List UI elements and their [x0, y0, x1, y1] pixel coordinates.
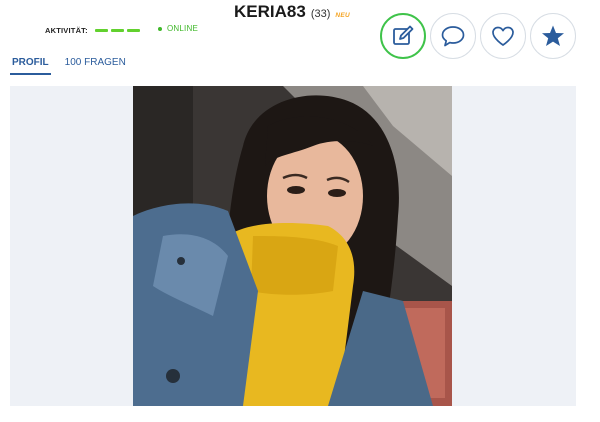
profile-tabs: PROFIL 100 FRAGEN: [10, 55, 140, 75]
tab-100-fragen[interactable]: 100 FRAGEN: [63, 55, 128, 75]
activity-label: AKTIVITÄT:: [45, 26, 88, 35]
username-row: KERIA83 (33) NEU: [234, 2, 350, 22]
profile-photo-image: [133, 86, 452, 406]
activity-bar: [126, 29, 140, 32]
profile-actions: [380, 13, 576, 59]
username: KERIA83: [234, 2, 306, 21]
chat-button[interactable]: [430, 13, 476, 59]
heart-icon: [492, 26, 514, 46]
tab-profil[interactable]: PROFIL: [10, 55, 51, 75]
new-badge: NEU: [335, 12, 350, 19]
profile-photo[interactable]: [133, 86, 452, 406]
online-label: ONLINE: [167, 24, 198, 33]
profile-header: AKTIVITÄT: ONLINE KERIA83 (33) NEU PROFI…: [0, 0, 600, 80]
edit-icon: [393, 25, 414, 45]
chat-icon: [441, 26, 465, 47]
activity-indicator: AKTIVITÄT:: [45, 26, 140, 35]
online-status: ONLINE: [158, 24, 198, 33]
activity-bars: [94, 29, 140, 32]
photo-panel: [10, 86, 576, 406]
activity-bar: [110, 29, 124, 32]
star-icon: [542, 25, 564, 46]
favorite-button[interactable]: [530, 13, 576, 59]
activity-bar: [94, 29, 108, 32]
like-button[interactable]: [480, 13, 526, 59]
online-dot-icon: [158, 26, 162, 31]
age: (33): [310, 8, 331, 20]
edit-button[interactable]: [380, 13, 426, 59]
